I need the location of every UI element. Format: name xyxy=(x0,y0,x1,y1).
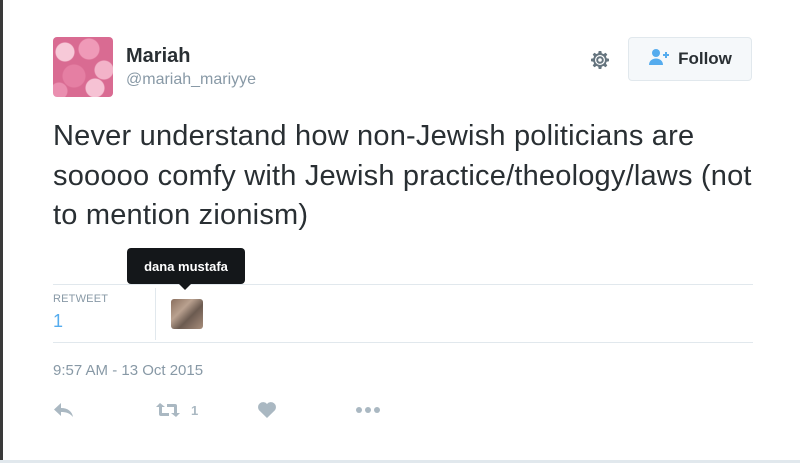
more-button[interactable] xyxy=(355,398,381,422)
retweeter-avatar[interactable] xyxy=(171,299,203,329)
like-button[interactable] xyxy=(257,398,277,422)
author-name[interactable]: Mariah xyxy=(126,45,190,68)
follow-button[interactable]: Follow xyxy=(628,37,752,81)
heart-icon xyxy=(257,401,277,419)
tweet-timestamp[interactable]: 9:57 AM - 13 Oct 2015 xyxy=(53,362,203,379)
window-edge xyxy=(0,0,3,463)
avatar[interactable] xyxy=(53,37,113,97)
stats-divider-bottom xyxy=(53,342,753,343)
tweet-text: Never understand how non-Jewish politici… xyxy=(53,120,752,231)
follow-label: Follow xyxy=(678,49,732,68)
follow-person-icon xyxy=(648,48,670,71)
more-icon xyxy=(355,406,381,414)
retweet-icon xyxy=(155,401,181,419)
gear-icon[interactable] xyxy=(588,48,612,72)
stats-divider-top xyxy=(53,284,753,285)
author-handle[interactable]: @mariah_mariyye xyxy=(126,71,256,89)
stats-vertical-divider xyxy=(155,288,156,340)
retweet-button[interactable]: 1 xyxy=(155,398,198,422)
reply-button[interactable] xyxy=(53,398,75,422)
retweet-stat-count[interactable]: 1 xyxy=(53,311,63,332)
retweeter-tooltip: dana mustafa xyxy=(127,248,245,290)
retweet-action-count: 1 xyxy=(191,402,199,418)
retweet-stat-label[interactable]: RETWEET xyxy=(53,293,108,305)
reply-icon xyxy=(53,402,75,418)
